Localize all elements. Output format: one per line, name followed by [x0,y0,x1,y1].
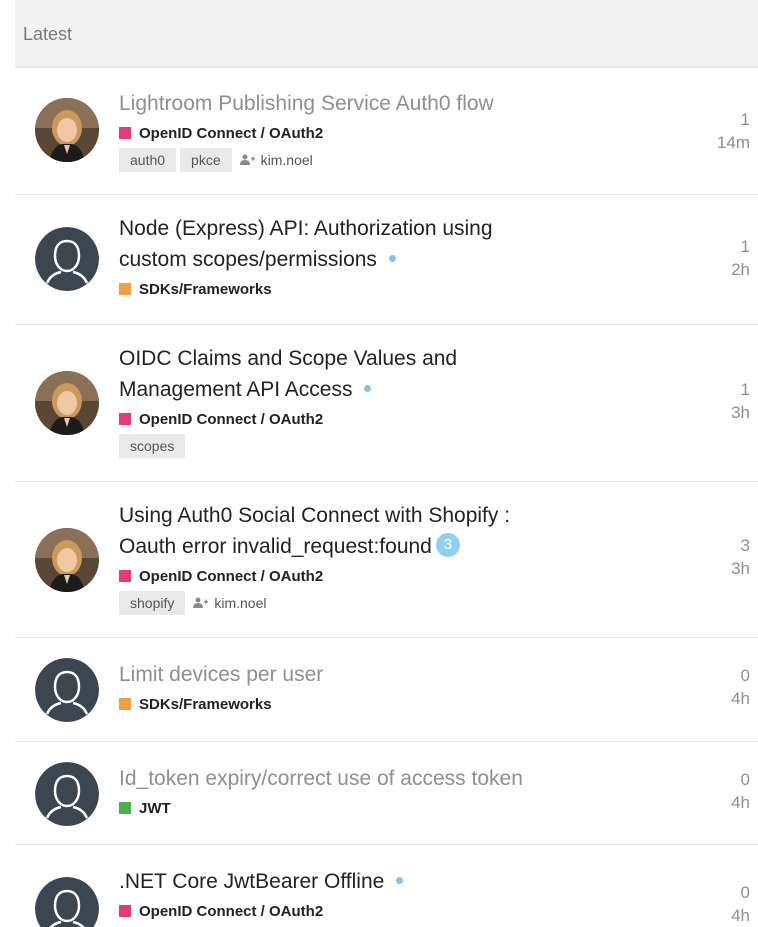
user-avatar[interactable] [35,658,99,722]
reply-count[interactable]: 1 [731,378,750,401]
category-link[interactable]: OpenID Connect / OAuth2 [119,566,558,586]
unread-dot [396,876,404,884]
category-label: OpenID Connect / OAuth2 [139,902,324,920]
reply-count[interactable]: 3 [731,534,750,557]
category-link[interactable]: JWT [119,798,668,818]
category-color-square [119,127,131,139]
header-title: Latest [23,24,73,44]
topic-title[interactable]: Lightroom Publishing Service Auth0 flow [119,88,668,119]
topic-row[interactable]: Node (Express) API: Authorization using … [15,195,758,325]
activity-age[interactable]: 3h [731,557,750,580]
reply-count[interactable]: 0 [731,768,750,791]
activity-age[interactable]: 4h [731,904,750,927]
user-avatar[interactable] [35,227,99,291]
topic-title-text: Node (Express) API: Authorization using … [119,217,493,271]
tag[interactable]: scopes [119,434,186,458]
assigned-user[interactable]: kim.noel [193,595,267,611]
assigned-user[interactable]: kim.noel [239,152,313,168]
new-posts-badge[interactable]: 3 [435,533,460,558]
reply-count[interactable]: 1 [717,108,750,131]
topic-row[interactable]: Id_token expiry/correct use of access to… [15,742,758,845]
topic-row[interactable]: Limit devices per user SDKs/Frameworks 0… [15,638,758,742]
profile-photo-icon [35,98,99,162]
user-avatar[interactable] [35,762,99,826]
category-link[interactable]: OpenID Connect / OAuth2 [119,901,668,921]
default-user-icon [35,227,99,291]
category-label: OpenID Connect / OAuth2 [139,410,324,428]
profile-photo-icon [35,528,99,592]
category-color-square [119,802,131,814]
topic-row[interactable]: Using Auth0 Social Connect with Shopify … [15,482,758,638]
profile-photo-icon [35,371,99,435]
category-link[interactable]: SDKs/Frameworks [119,279,538,299]
tag[interactable]: shopify [119,591,186,615]
activity-age[interactable]: 4h [731,687,750,710]
default-user-icon [35,877,99,927]
category-color-square [119,570,131,582]
category-link[interactable]: OpenID Connect / OAuth2 [119,409,498,429]
category-link[interactable]: SDKs/Frameworks [119,694,668,714]
category-label: JWT [139,799,171,817]
category-color-square [119,283,131,295]
category-color-square [119,905,131,917]
user-avatar[interactable] [35,371,99,435]
activity-age[interactable]: 4h [731,791,750,814]
tag-list: scopes [119,434,498,458]
topic-row[interactable]: Lightroom Publishing Service Auth0 flow … [15,68,758,195]
category-color-square [119,698,131,710]
activity-age[interactable]: 2h [731,258,750,281]
topic-title[interactable]: Id_token expiry/correct use of access to… [119,763,668,794]
unread-dot [388,254,396,262]
topic-row[interactable]: OIDC Claims and Scope Values and Managem… [15,325,758,482]
tag-list: shopify kim.noel [119,591,558,615]
default-user-icon [35,762,99,826]
category-color-square [119,413,131,425]
user-plus-icon [239,152,255,168]
assigned-user-name: kim.noel [260,152,313,168]
category-label: OpenID Connect / OAuth2 [139,124,324,142]
user-avatar[interactable] [35,877,99,927]
default-user-icon [35,658,99,722]
topic-title[interactable]: Using Auth0 Social Connect with Shopify … [119,500,558,562]
activity-age[interactable]: 14m [717,131,750,154]
category-label: SDKs/Frameworks [139,695,272,713]
category-label: OpenID Connect / OAuth2 [139,567,324,585]
topic-row[interactable]: .NET Core JwtBearer Offline OpenID Conne… [15,845,758,927]
category-label: SDKs/Frameworks [139,280,272,298]
latest-header: Latest [15,0,758,68]
user-avatar[interactable] [35,528,99,592]
topic-title-text: OIDC Claims and Scope Values and Managem… [119,347,458,401]
user-avatar[interactable] [35,98,99,162]
user-plus-icon [193,595,209,611]
topic-title[interactable]: OIDC Claims and Scope Values and Managem… [119,343,498,405]
reply-count[interactable]: 0 [731,881,750,904]
unread-dot [364,384,372,392]
topic-title[interactable]: .NET Core JwtBearer Offline [119,866,668,897]
topic-title-text: .NET Core JwtBearer Offline [119,870,385,893]
category-link[interactable]: OpenID Connect / OAuth2 [119,123,668,143]
reply-count[interactable]: 1 [731,235,750,258]
topic-title[interactable]: Limit devices per user [119,659,668,690]
activity-age[interactable]: 3h [731,401,750,424]
assigned-user-name: kim.noel [214,595,267,611]
reply-count[interactable]: 0 [731,664,750,687]
topic-title[interactable]: Node (Express) API: Authorization using … [119,213,538,275]
topic-list: Lightroom Publishing Service Auth0 flow … [15,68,758,927]
tag[interactable]: auth0 [119,148,177,172]
tag-list: auth0 pkce kim.noel [119,148,668,172]
tag[interactable]: pkce [180,148,232,172]
